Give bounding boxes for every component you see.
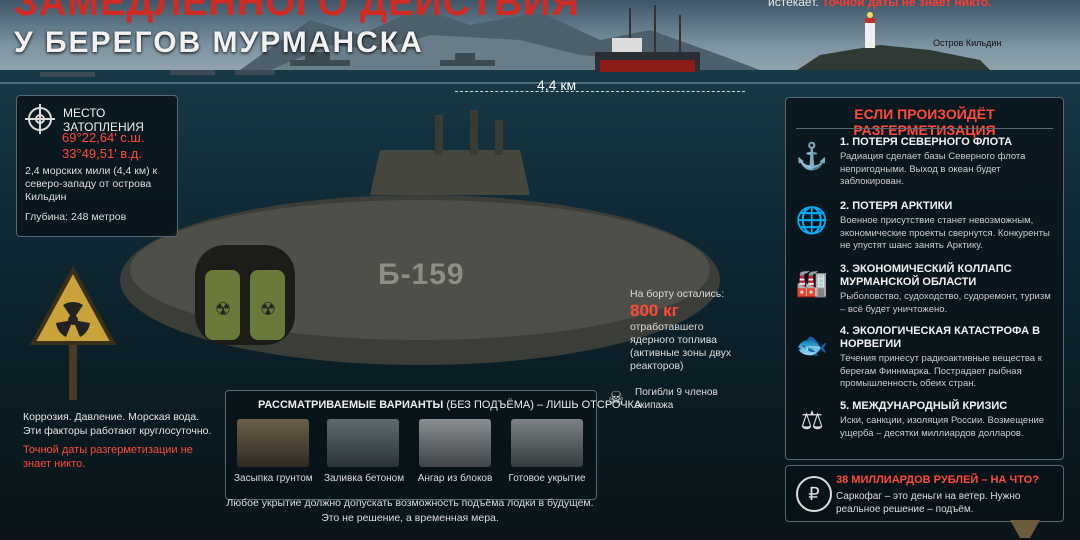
risk-heading: 2. ПОТЕРЯ АРКТИКИ — [840, 200, 953, 212]
cost-card: ₽ 38 МИЛЛИАРДОВ РУБЛЕЙ – НА ЧТО? Саркофа… — [785, 465, 1064, 522]
option-item: Готовое укрытие — [508, 419, 586, 484]
crosshair-icon — [25, 104, 55, 134]
option-label: Засыпка грунтом — [234, 473, 313, 484]
svg-text:☢: ☢ — [260, 299, 276, 320]
options-footer-2: Это не решение, а временная мера. — [321, 512, 499, 524]
risk-heading: 5. МЕЖДУНАРОДНЫЙ КРИЗИС — [840, 400, 1008, 412]
onboard-label: На борту остались: — [630, 288, 725, 300]
risk-heading: 4. ЭКОЛОГИЧЕСКАЯ КАТАСТРОФА В НОРВЕГИИ — [840, 325, 1041, 350]
cost-text: Саркофаг – это деньги на ветер. Нужно ре… — [836, 491, 1021, 515]
risk-text: Рыболовство, судоходство, судоремонт, ту… — [840, 291, 1051, 315]
option-label: Заливка бетоном — [324, 473, 405, 484]
page-title-line-2: У БЕРЕГОВ МУРМАНСКА — [14, 26, 424, 59]
risk-text: Радиация сделает базы Северного флота не… — [840, 151, 1026, 187]
risk-heading: 3. ЭКОНОМИЧЕСКИЙ КОЛЛАПС МУРМАНСКОЙ ОБЛА… — [840, 263, 1012, 288]
longitude: 33°49,51' в.д. — [62, 146, 142, 161]
ready-shelter-icon — [511, 419, 583, 467]
infographic: ЗАМЕДЛЕННОГО ДЕЙСТВИЯ У БЕРЕГОВ МУРМАНСК… — [0, 0, 1080, 540]
radiation-warning-icon — [29, 265, 117, 400]
crew-note: Погибли 9 членов экипажа — [635, 387, 718, 411]
risk-text: Течения принесут радиоактивные вещества … — [840, 353, 1042, 389]
options-panel: РАССМАТРИВАЕМЫЕ ВАРИАНТЫ (БЕЗ ПОДЪЁМА) –… — [225, 390, 641, 500]
anchor-icon: ⚓ — [795, 141, 829, 171]
hourglass-icon — [1010, 520, 1040, 538]
options-title-rest: (БЕЗ ПОДЪЁМА) – ЛИШЬ ОТСРОЧКА — [446, 399, 642, 411]
island-label: Остров Кильдин — [933, 38, 1002, 48]
page-title-line-1: ЗАМЕДЛЕННОГО ДЕЙСТВИЯ — [14, 0, 580, 24]
soil-mound-icon — [237, 419, 309, 467]
option-item: Засыпка грунтом — [234, 419, 313, 484]
depth: Глубина: 248 метров — [25, 211, 127, 223]
option-item: Заливка бетоном — [324, 419, 405, 484]
divider — [796, 128, 1053, 129]
options-footer-1: Любое укрытие должно допускать возможнос… — [226, 497, 594, 509]
options-footer: Любое укрытие должно допускать возможнос… — [220, 496, 600, 526]
ruble-icon: ₽ — [796, 476, 832, 512]
distance-line — [455, 91, 745, 92]
hull-number: Б-159 — [378, 258, 465, 291]
latitude: 69°22,64' с.ш. — [62, 130, 145, 145]
options-title: РАССМАТРИВАЕМЫЕ ВАРИАНТЫ (БЕЗ ПОДЪЁМА) –… — [258, 399, 641, 411]
option-label: Ангар из блоков — [417, 473, 493, 484]
top-note-red: Точной даты не знает никто. — [822, 0, 992, 9]
option-item: Ангар из блоков — [416, 419, 494, 484]
gavel-icon: ⚖ — [800, 405, 824, 435]
fishing-trawler-icon — [595, 5, 700, 72]
svg-text:☢: ☢ — [215, 299, 231, 320]
top-note-prefix: истекает. — [768, 0, 819, 9]
cost-title: 38 МИЛЛИАРДОВ РУБЛЕЙ – НА ЧТО? — [836, 474, 1039, 486]
corrosion-warning: Точной даты разгерметизации не знает ник… — [23, 444, 193, 470]
top-note: истекает. Точной даты не знает никто. — [768, 0, 992, 9]
corrosion-note: Коррозия. Давление. Морская вода. Эти фа… — [23, 411, 212, 437]
location-card: МЕСТО ЗАТОПЛЕНИЯ 69°22,64' с.ш. 33°49,51… — [16, 95, 178, 237]
block-hangar-icon — [419, 419, 491, 467]
distance-label: 4,4 км — [537, 77, 577, 93]
fish-icon: 🐟 — [795, 330, 829, 360]
risks-panel: ЕСЛИ ПРОИЗОЙДЁТ РАЗГЕРМЕТИЗАЦИЯ ⚓ 1. ПОТ… — [785, 97, 1064, 460]
options-title-bold: РАССМАТРИВАЕМЫЕ ВАРИАНТЫ — [258, 399, 444, 411]
risk-text: Военное присутствие станет невозможным, … — [840, 215, 1050, 251]
concrete-pour-icon — [327, 419, 399, 467]
fuel-description: отработавшего ядерного топлива (активные… — [630, 321, 732, 372]
location-description: 2,4 морских мили (4,4 км) к северо-запад… — [25, 165, 158, 203]
risk-text: Иски, санкции, изоляция России. Возмещен… — [840, 415, 1045, 439]
risk-heading: 1. ПОТЕРЯ СЕВЕРНОГО ФЛОТА — [840, 136, 1013, 148]
lighthouse-icon — [865, 12, 875, 48]
risks-title: ЕСЛИ ПРОИЗОЙДЁТ РАЗГЕРМЕТИЗАЦИЯ — [853, 106, 996, 138]
option-label: Готовое укрытие — [508, 473, 586, 484]
factory-icon: 🏭 — [795, 268, 829, 298]
fuel-amount: 800 кг — [630, 301, 679, 320]
globe-icon: 🌐 — [795, 205, 829, 235]
onboard-info: На борту остались: 800 кг отработавшего … — [630, 288, 740, 373]
